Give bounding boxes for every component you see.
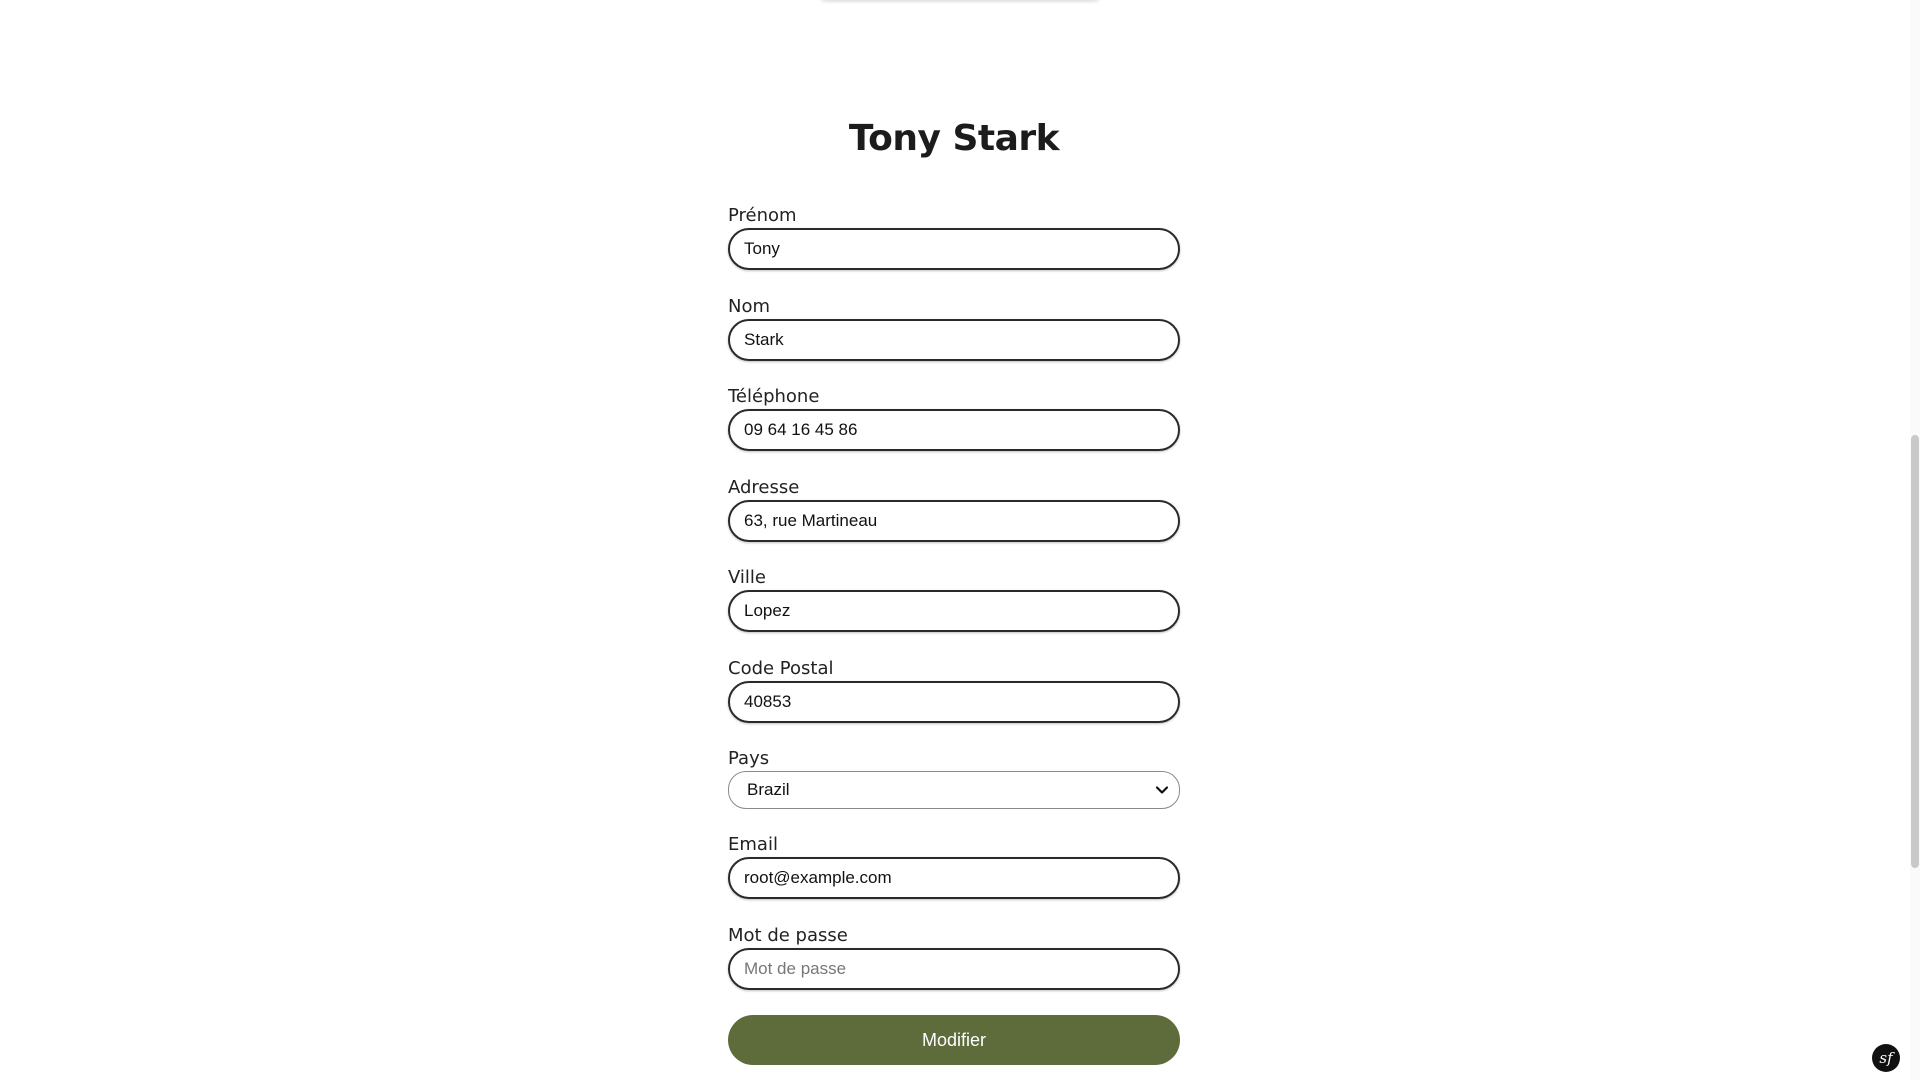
country-selected-value: Brazil bbox=[747, 780, 790, 799]
field-email: Email bbox=[728, 833, 1180, 924]
phone-label: Téléphone bbox=[728, 386, 820, 407]
field-country: Pays Brazil bbox=[728, 747, 1180, 833]
city-label: Ville bbox=[728, 567, 766, 588]
country-label: Pays bbox=[728, 748, 770, 769]
page: Tony Stark Prénom Nom Téléphone Adresse … bbox=[0, 0, 1920, 1080]
first-name-input[interactable] bbox=[728, 228, 1180, 270]
field-phone: Téléphone bbox=[728, 385, 1180, 476]
password-label: Mot de passe bbox=[728, 924, 848, 946]
profile-form: Prénom Nom Téléphone Adresse Ville Code … bbox=[728, 204, 1180, 1014]
scrollbar-thumb[interactable] bbox=[1911, 435, 1919, 868]
city-input[interactable] bbox=[728, 590, 1180, 632]
field-password: Mot de passe bbox=[728, 924, 1180, 1015]
field-city: Ville bbox=[728, 566, 1180, 657]
postal-code-input[interactable] bbox=[728, 680, 1180, 723]
address-input[interactable] bbox=[728, 499, 1180, 542]
chevron-down-icon bbox=[1155, 786, 1169, 794]
field-postal-code: Code Postal bbox=[728, 657, 1180, 748]
email-label: Email bbox=[728, 834, 778, 855]
submit-button[interactable]: Modifier bbox=[728, 1015, 1180, 1065]
field-first-name: Prénom bbox=[728, 204, 1180, 295]
symfony-logo-icon[interactable]: sf bbox=[1872, 1044, 1900, 1072]
scrollbar-track[interactable] bbox=[1910, 0, 1920, 1080]
first-name-label: Prénom bbox=[728, 205, 797, 226]
last-name-label: Nom bbox=[728, 295, 771, 317]
field-last-name: Nom bbox=[728, 295, 1180, 386]
password-input[interactable] bbox=[728, 947, 1180, 990]
postal-code-label: Code Postal bbox=[728, 657, 834, 679]
address-label: Adresse bbox=[728, 476, 800, 498]
field-address: Adresse bbox=[728, 476, 1180, 567]
country-select[interactable]: Brazil bbox=[728, 771, 1180, 809]
page-title: Tony Stark bbox=[848, 118, 1060, 159]
phone-input[interactable] bbox=[728, 409, 1180, 451]
last-name-input[interactable] bbox=[728, 318, 1180, 361]
email-input[interactable] bbox=[728, 857, 1180, 899]
